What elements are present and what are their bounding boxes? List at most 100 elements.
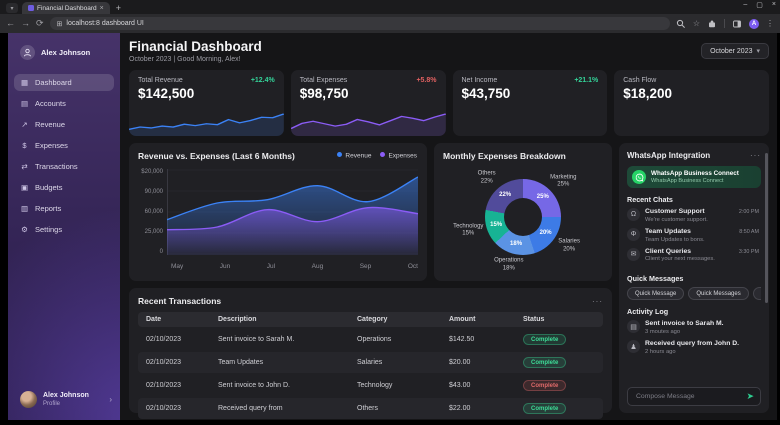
chevron-right-icon bbox=[109, 395, 112, 404]
activity-item: ▤ Sent invoice to Sarah M. 3 moutes ago bbox=[627, 320, 761, 335]
transactions-menu-icon[interactable]: ··· bbox=[592, 297, 603, 306]
quick-message-pill[interactable]: Quick Messages bbox=[688, 287, 749, 301]
url-bar[interactable]: localhost:8 dashboard UI bbox=[49, 17, 670, 30]
profile-avatar bbox=[20, 391, 37, 408]
favicon-icon bbox=[28, 5, 34, 11]
new-tab-button[interactable] bbox=[116, 4, 121, 13]
cell-status: Complete bbox=[523, 403, 595, 414]
toolbar-divider bbox=[724, 19, 725, 28]
stat-card-top: Cash Flow bbox=[623, 77, 760, 84]
stat-value: $98,750 bbox=[299, 86, 349, 101]
cell-amount: $22.00 bbox=[449, 405, 471, 412]
chat-time: 2:00 PM bbox=[738, 209, 759, 215]
stat-label: Total Expenses bbox=[299, 77, 348, 84]
stat-change: +12.4% bbox=[250, 77, 275, 84]
trend-icon: ↗ bbox=[21, 120, 28, 129]
stat-sparkline bbox=[290, 113, 446, 136]
left-column: Revenue vs. Expenses (Last 6 Months) Rev… bbox=[129, 143, 612, 419]
stat-value: $142,500 bbox=[138, 86, 195, 101]
chart-legend: Revenue Expenses bbox=[337, 152, 417, 160]
x-axis-labels: May Jun Jul Aug Sep Oct bbox=[138, 263, 418, 270]
sidebar-item-revenue[interactable]: ↗ Revenue bbox=[14, 116, 114, 133]
x-tick-label: Aug bbox=[311, 263, 324, 270]
maximize-icon[interactable]: ▢ bbox=[756, 1, 763, 9]
browser-avatar[interactable]: A bbox=[749, 18, 759, 29]
grid-icon: ▦ bbox=[20, 78, 29, 87]
cell-amount: $43.00 bbox=[449, 382, 471, 389]
chat-item-client-queries[interactable]: ✉ Client Queries Client your next messages… bbox=[627, 247, 761, 263]
compose-input[interactable] bbox=[634, 392, 743, 401]
activity-log-heading: Activity Log bbox=[627, 307, 669, 317]
site-info-icon[interactable] bbox=[57, 20, 63, 28]
sidebar-profile[interactable]: Alex Johnson Profile bbox=[8, 381, 120, 420]
sidebar-item-settings[interactable]: ⚙ Settings bbox=[14, 221, 114, 238]
page-background: Alex Johnson ▦ Dashboard ▤ Accounts ↗ Revenue… bbox=[0, 33, 780, 425]
sidebar-item-label: Dashboard bbox=[35, 78, 72, 87]
table-row[interactable]: 02/10/2023 Sent invoice to John D. Technol… bbox=[138, 375, 603, 396]
extensions-icon[interactable] bbox=[707, 19, 717, 29]
activity-item: ♟ Received query from John D. 2 hours ago bbox=[627, 340, 761, 355]
sidebar-item-accounts[interactable]: ▤ Accounts bbox=[14, 95, 114, 112]
minimize-icon[interactable]: – bbox=[743, 1, 747, 9]
browser-tab[interactable]: Financial Dashboard bbox=[22, 2, 110, 14]
main-content: Financial Dashboard October 2023 | Good … bbox=[120, 33, 777, 420]
bookmark-star-icon[interactable]: ☆ bbox=[693, 19, 700, 28]
sidebar-item-label: Reports bbox=[35, 204, 62, 213]
forward-icon[interactable]: → bbox=[21, 19, 30, 28]
column-header-description: Description bbox=[218, 316, 257, 323]
cell-status: Complete bbox=[523, 334, 595, 345]
tab-search-chevron-icon[interactable] bbox=[6, 3, 18, 13]
y-tick-label: 0 bbox=[159, 249, 163, 255]
activity-text: Received query from John D. bbox=[645, 340, 740, 348]
revenue-expenses-chart-card: Revenue vs. Expenses (Last 6 Months) Rev… bbox=[129, 143, 427, 281]
sidebar-item-expenses[interactable]: $ Expenses bbox=[14, 137, 114, 154]
table-row[interactable]: 02/10/2023 Sent invoice to Sarah M. Operat… bbox=[138, 329, 603, 350]
sidebar-item-label: Revenue bbox=[35, 120, 66, 129]
period-dropdown[interactable]: October 2023 bbox=[701, 43, 769, 59]
whatsapp-connect-banner[interactable]: WhatsApp Business Connect WhatsApp Busin… bbox=[627, 166, 761, 188]
sidebar-item-budgets[interactable]: ▣ Budgets bbox=[14, 179, 114, 196]
chart-area: $20,000 90,000 60,000 25,000 0 bbox=[138, 169, 419, 260]
wallet-icon: ▤ bbox=[20, 99, 29, 108]
cell-status: Complete bbox=[523, 357, 595, 368]
sidebar-item-dashboard[interactable]: ▦ Dashboard bbox=[14, 74, 114, 91]
compose-bar bbox=[627, 387, 761, 406]
reload-icon[interactable]: ⟳ bbox=[36, 19, 44, 28]
chat-item-customer-support[interactable]: Ω Customer Support We're customer support.… bbox=[627, 208, 761, 223]
quick-message-pill[interactable]: Quick Message bbox=[627, 287, 685, 301]
y-axis-labels: $20,000 90,000 60,000 25,000 0 bbox=[138, 169, 167, 255]
chat-name: Client Queries bbox=[645, 247, 692, 255]
profile-name: Alex Johnson bbox=[43, 392, 89, 400]
sidebar-item-transactions[interactable]: ⇄ Transactions bbox=[14, 158, 114, 175]
sidebar: Alex Johnson ▦ Dashboard ▤ Accounts ↗ Revenue… bbox=[8, 33, 120, 420]
cell-date: 02/10/2023 bbox=[146, 336, 182, 343]
quick-messages-heading: Quick Messages bbox=[627, 274, 684, 284]
close-icon[interactable]: × bbox=[772, 1, 776, 9]
table-row[interactable]: 02/10/2023 Received query from Others $22.0… bbox=[138, 398, 603, 419]
chat-name: Customer Support bbox=[645, 208, 705, 215]
cell-date: 02/10/2023 bbox=[146, 405, 182, 412]
browser-chrome: Financial Dashboard – ▢ × ← → ⟳ localhos… bbox=[0, 0, 780, 33]
quick-message-pill[interactable]: Quick Messages bbox=[752, 287, 761, 301]
scrollbar-thumb[interactable] bbox=[765, 153, 768, 303]
whatsapp-menu-icon[interactable]: ··· bbox=[750, 151, 761, 160]
period-label: October 2023 bbox=[710, 47, 753, 55]
send-icon[interactable] bbox=[746, 392, 754, 401]
expenses-breakdown-card: Monthly Expenses Breakdown 25% Marketing 2… bbox=[434, 143, 612, 281]
chat-item-team-updates[interactable]: Φ Team Updates Team Updates to bons. 8:50 A… bbox=[627, 227, 761, 243]
zoom-icon[interactable] bbox=[676, 19, 686, 29]
transactions-header: Date Description Category Amount Status bbox=[138, 312, 603, 327]
report-icon: ▥ bbox=[20, 204, 29, 213]
browser-menu-icon[interactable] bbox=[766, 19, 774, 28]
back-icon[interactable]: ← bbox=[6, 19, 15, 28]
table-row[interactable]: 02/10/2023 Team Updates Salaries $20.00 Comp… bbox=[138, 352, 603, 373]
cell-date: 02/10/2023 bbox=[146, 382, 182, 389]
donut-slice-value: 18% bbox=[510, 241, 523, 248]
chat-preview: Client your next messages. bbox=[645, 256, 715, 263]
chat-time: 3:30 PM bbox=[738, 248, 759, 255]
banner-subtitle: WhatsApp Business Connect bbox=[651, 177, 724, 184]
window-controls: – ▢ × bbox=[743, 1, 776, 9]
side-panel-icon[interactable] bbox=[732, 19, 742, 29]
sidebar-item-reports[interactable]: ▥ Reports bbox=[14, 200, 114, 217]
tab-close-icon[interactable] bbox=[100, 5, 104, 12]
